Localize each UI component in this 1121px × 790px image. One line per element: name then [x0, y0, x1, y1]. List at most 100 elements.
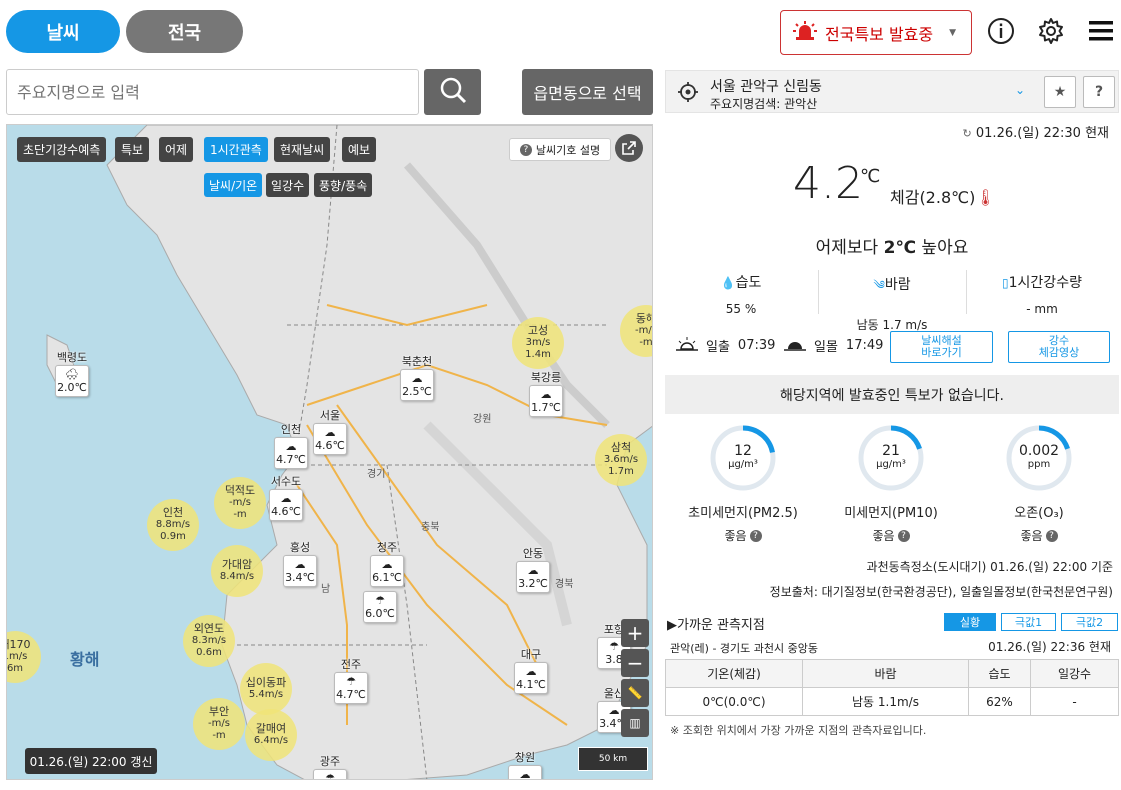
station-temp: 1.7℃ [531, 401, 561, 414]
station-name: 북춘천 [401, 355, 433, 368]
search-input[interactable] [6, 69, 419, 115]
layers-icon[interactable]: ▥ [621, 709, 649, 737]
ozone-gauge: 0.002 ppm 오존(O₃) 좋음? [964, 424, 1114, 544]
station-name: 북강릉 [530, 371, 562, 384]
rain-value: - mm [1026, 302, 1058, 316]
station-marker[interactable]: 대구 ☁ 4.1℃ [514, 646, 548, 694]
station-marker[interactable]: 안동 ☁ 3.2℃ [516, 545, 550, 593]
station-marker[interactable]: 백령도 🌨 2.0℃ [55, 349, 89, 397]
wind-bubble[interactable]: 십이동파 5.4m/s [240, 663, 292, 715]
pm25-name: 초미세먼지(PM2.5) [688, 506, 798, 521]
observation-time-label: 01.26.(일) 22:30 현재 [975, 126, 1109, 141]
eup-select-button[interactable]: 읍면동으로 선택 [522, 69, 653, 115]
thermometer-icon: 🌡 [975, 188, 996, 207]
tab-hourly-obs[interactable]: 1시간관측 [204, 137, 268, 162]
tab-advisory[interactable]: 특보 [115, 137, 150, 162]
siren-icon [793, 20, 817, 45]
zoom-out-button[interactable]: − [621, 649, 649, 677]
cloudy-icon: ☁ [411, 372, 423, 385]
station-temp: 6.1℃ [372, 571, 402, 584]
air-station-info: 과천동측정소(도시대기) 01.26.(일) 22:00 기준 [866, 560, 1113, 574]
help-icon[interactable]: ? [1045, 529, 1058, 542]
station-marker[interactable]: 창원 ☁ [508, 749, 542, 779]
data-source: 정보출처: 대기질정보(한국환경공단), 일출일몰정보(한국천문연구원) [769, 585, 1113, 599]
wind-bubble[interactable]: 부안 -m/s -m [193, 698, 245, 750]
rain-label: 1시간강수량 [1008, 275, 1082, 291]
cloudy-icon: ☁ [527, 564, 539, 577]
station-temp: 3.2℃ [518, 577, 548, 590]
station-marker[interactable]: 전주 ☂ 4.7℃ [334, 656, 368, 704]
station-temp: 2.5℃ [402, 385, 432, 398]
station-marker[interactable]: ☂ 6.0℃ [363, 591, 397, 623]
help-icon[interactable]: ? [749, 529, 762, 542]
star-icon[interactable]: ★ [1044, 76, 1076, 108]
rain-video-button[interactable]: 강수 체감영상 [1008, 331, 1110, 363]
pm25-unit: μg/m³ [728, 459, 758, 470]
bubble-line1: 6.4m/s [253, 735, 289, 746]
bubble-line1: 1m/s [7, 651, 28, 662]
wind-bubble[interactable]: 외연도 8.3m/s 0.6m [183, 615, 235, 667]
wind-bubble[interactable]: 갈매여 6.4m/s [245, 709, 297, 761]
station-marker[interactable]: 북강릉 ☁ 1.7℃ [529, 369, 563, 417]
wind-bubble[interactable]: 고성 3m/s 1.4m [512, 317, 564, 369]
chevron-down-icon[interactable]: ⌄ [1015, 83, 1025, 97]
sunset: 일몰 17:49 [784, 336, 883, 355]
observation-time: ↻ 01.26.(일) 22:30 현재 [963, 122, 1109, 141]
nearby-station-title: ▶가까운 관측지점 [667, 618, 765, 633]
tab-current-obs[interactable]: 실황 [944, 613, 996, 631]
station-marker[interactable]: 광주 ☂ [313, 753, 347, 779]
location-bar[interactable]: 서울 관악구 신림동 주요지명검색: 관악산 ⌄ ★ ? [665, 70, 1119, 113]
station-marker[interactable]: 북춘천 ☁ 2.5℃ [400, 353, 434, 401]
refresh-icon[interactable]: ↻ [963, 127, 972, 140]
station-name: 청주 [376, 541, 398, 554]
station-temp: 3.4℃ [285, 571, 315, 584]
wind-bubble[interactable]: 삼척 3.6m/s 1.7m [595, 434, 647, 486]
bubble-name: 해170 [7, 638, 31, 651]
tab-extreme-1[interactable]: 극값1 [1001, 613, 1056, 631]
feels-like-label: 체감(2.8℃) [890, 188, 976, 207]
tab-national[interactable]: 전국 [126, 10, 243, 53]
station-marker[interactable]: 인천 ☁ 4.7℃ [274, 421, 308, 469]
help-icon[interactable]: ? [897, 529, 910, 542]
help-button[interactable]: ? [1083, 76, 1115, 108]
external-link-icon[interactable] [615, 134, 643, 162]
weather-commentary-button[interactable]: 날씨해설 바로가기 [890, 331, 993, 363]
station-marker[interactable]: 청주 ☁ 6.1℃ [370, 539, 404, 587]
advisory-status: 해당지역에 발효중인 특보가 없습니다. [665, 375, 1119, 414]
national-alert-dropdown[interactable]: 전국특보 발효중 ▼ [780, 10, 972, 55]
weather-map[interactable]: 초단기강수예측 특보 어제 1시간관측 현재날씨 예보 날씨/기온 일강수 풍향… [6, 124, 653, 780]
gear-icon[interactable] [1036, 16, 1066, 46]
subtab-wind[interactable]: 풍향/풍속 [314, 173, 373, 197]
map-update-time: 01.26.(일) 22:00 갱신 [25, 748, 157, 774]
ozone-name: 오존(O₃) [1014, 506, 1064, 521]
hamburger-menu-icon[interactable] [1086, 16, 1116, 46]
ruler-icon[interactable]: 📏 [621, 679, 649, 707]
location-target-icon[interactable] [678, 82, 698, 106]
table-cell: 남동 1.1m/s [802, 687, 969, 716]
zoom-in-button[interactable]: + [621, 619, 649, 647]
feels-like: 체감(2.8℃)🌡 [890, 184, 996, 208]
nearby-station-location: 관악(레) - 경기도 과천시 중앙동 [670, 642, 818, 655]
station-marker[interactable]: 서수도 ☁ 4.6℃ [269, 473, 303, 521]
subtab-weather-temp[interactable]: 날씨/기온 [204, 173, 263, 197]
tab-forecast[interactable]: 예보 [342, 137, 377, 162]
wind-bubble[interactable]: 가대암 8.4m/s [211, 545, 263, 597]
station-marker[interactable]: 홍성 ☁ 3.4℃ [283, 539, 317, 587]
station-marker[interactable]: 서울 ☁ 4.6℃ [313, 407, 347, 455]
wind-bubble[interactable]: 덕적도 -m/s -m [214, 477, 266, 529]
legend-button-label: 날씨기호 설명 [535, 143, 601, 157]
cloudy-icon: ☁ [608, 704, 620, 717]
info-icon[interactable] [986, 16, 1016, 46]
tab-nowcast[interactable]: 초단기강수예측 [17, 137, 107, 162]
sunrise-label: 일출 [706, 340, 730, 355]
humidity-metric: 💧습도 55 % [666, 272, 816, 316]
tab-yesterday[interactable]: 어제 [159, 137, 194, 162]
tab-extreme-2[interactable]: 극값2 [1061, 613, 1118, 631]
search-button[interactable] [424, 69, 481, 115]
station-name: 백령도 [56, 351, 88, 364]
wind-bubble[interactable]: 인천 8.8m/s 0.9m [147, 499, 199, 551]
subtab-daily-rain[interactable]: 일강수 [266, 173, 310, 197]
tab-current-weather[interactable]: 현재날씨 [274, 137, 331, 162]
weather-symbol-legend-button[interactable]: ? 날씨기호 설명 [509, 138, 611, 161]
tab-weather[interactable]: 날씨 [6, 10, 120, 53]
